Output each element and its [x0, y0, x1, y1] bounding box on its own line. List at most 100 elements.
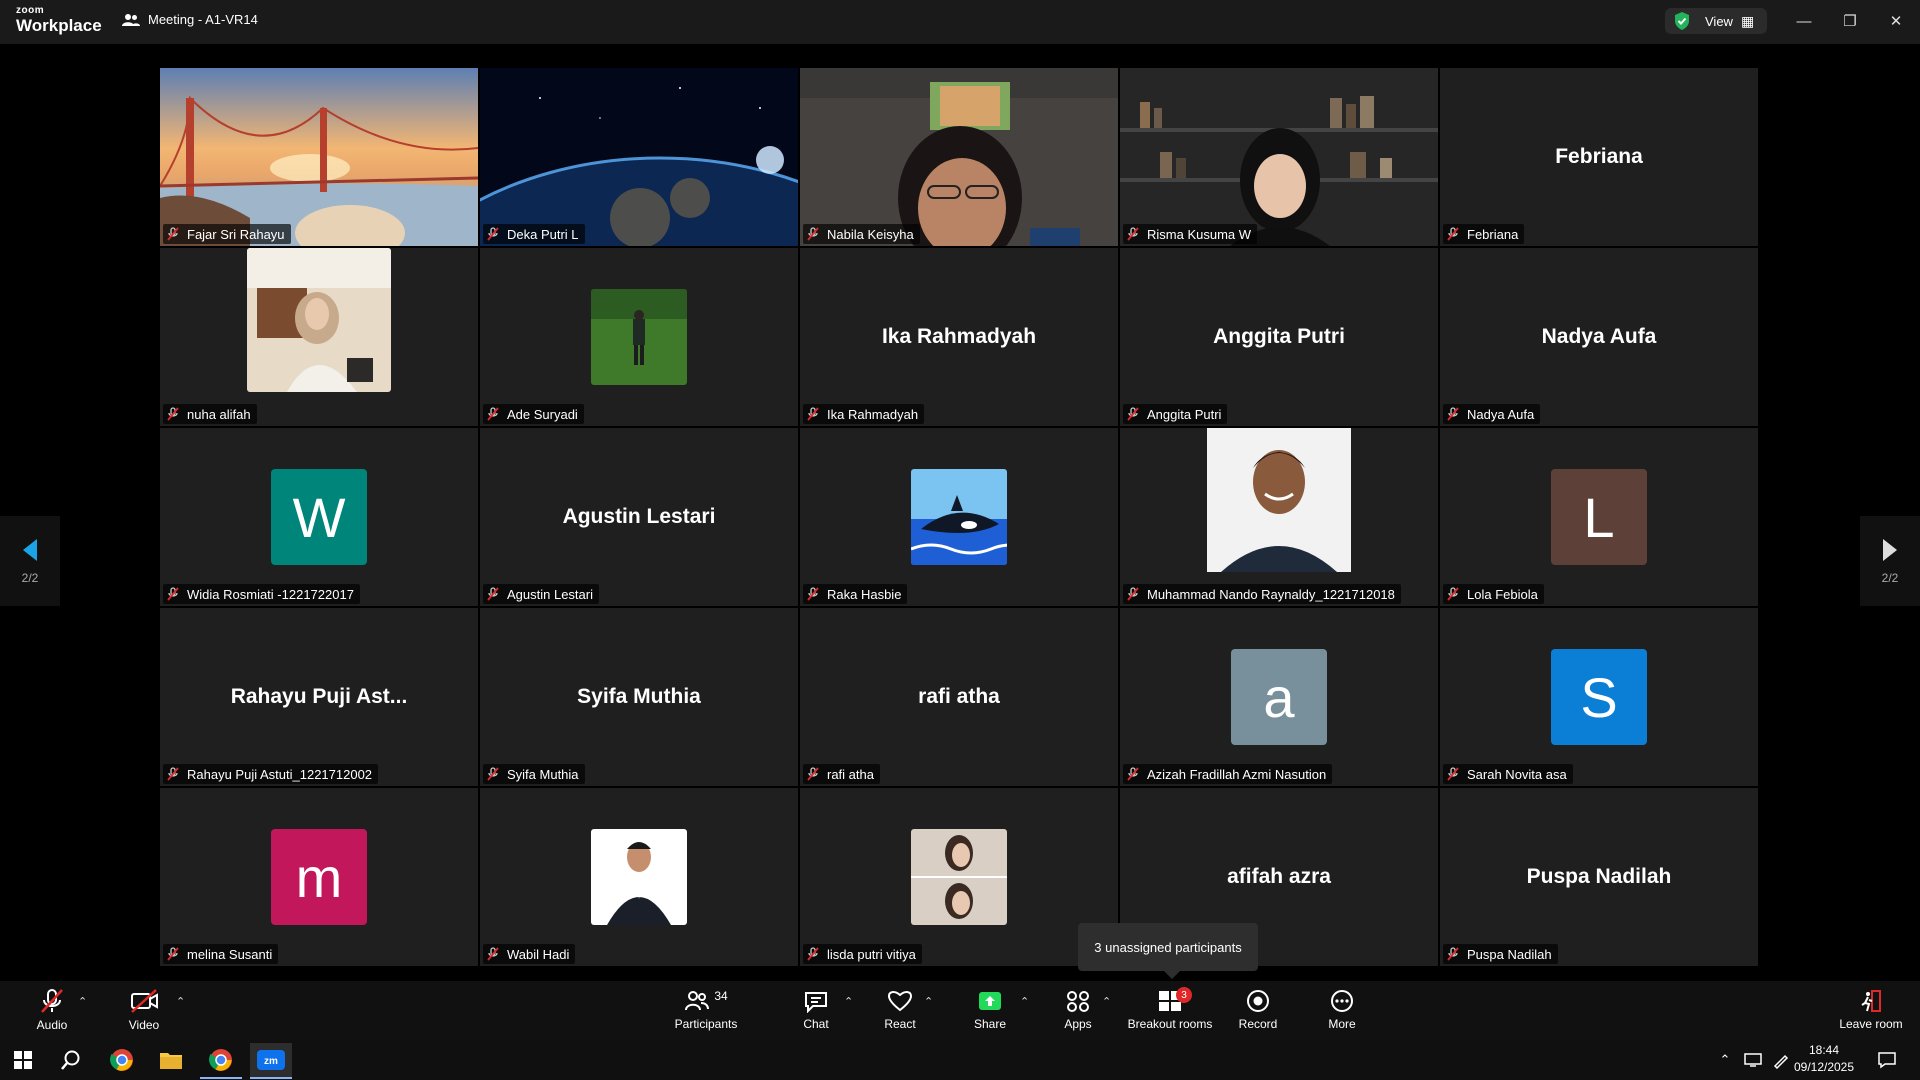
- prev-page-button[interactable]: 2/2: [0, 516, 60, 606]
- logo-line1: zoom: [16, 5, 45, 16]
- participant-tile[interactable]: Risma Kusuma W: [1120, 68, 1438, 246]
- profile-photo: [160, 248, 478, 426]
- network-icon[interactable]: [1740, 1043, 1766, 1077]
- mic-muted-icon: [807, 587, 819, 601]
- mic-muted-icon: [1127, 407, 1139, 421]
- view-label: View: [1705, 13, 1733, 29]
- profile-photo: [800, 788, 1118, 966]
- react-button[interactable]: React: [874, 981, 926, 1039]
- video-label: Video: [128, 1018, 160, 1032]
- arrow-right-icon[interactable]: [1881, 537, 1899, 563]
- participant-name-label: rafi atha: [803, 764, 880, 784]
- participant-tile[interactable]: Deka Putri L: [480, 68, 798, 246]
- video-options-caret[interactable]: ⌃: [176, 995, 185, 1008]
- mic-muted-icon: [807, 947, 819, 961]
- react-options-caret[interactable]: ⌃: [924, 995, 933, 1008]
- participant-tile[interactable]: Febriana Febriana: [1440, 68, 1758, 246]
- participant-tile[interactable]: Agustin Lestari Agustin Lestari: [480, 428, 798, 606]
- chat-label: Chat: [803, 1017, 829, 1031]
- participant-name: Nabila Keisyha: [827, 226, 914, 242]
- more-button[interactable]: More: [1316, 981, 1368, 1039]
- participant-name-label: Sarah Novita asa: [1443, 764, 1573, 784]
- leave-room-label: Leave room: [1839, 1017, 1903, 1031]
- minimize-button[interactable]: —: [1781, 8, 1827, 34]
- participant-tile[interactable]: nuha alifah: [160, 248, 478, 426]
- participant-name: Febriana: [1467, 226, 1519, 242]
- avatar-letter: W: [292, 485, 346, 549]
- participant-display-name: Agustin Lestari: [562, 505, 716, 528]
- chrome-active-icon[interactable]: [200, 1043, 242, 1079]
- file-explorer-icon[interactable]: [150, 1043, 192, 1077]
- record-button[interactable]: Record: [1232, 981, 1284, 1039]
- participant-tile[interactable]: m melina Susanti: [160, 788, 478, 966]
- meeting-title: Meeting - A1-VR14: [148, 12, 258, 27]
- chat-button[interactable]: Chat: [790, 981, 842, 1039]
- windows-start-icon[interactable]: [2, 1043, 44, 1077]
- apps-button[interactable]: Apps: [1052, 981, 1104, 1039]
- chrome-icon[interactable]: [101, 1043, 143, 1077]
- participant-tile[interactable]: Muhammad Nando Raynaldy_1221712018: [1120, 428, 1438, 606]
- participant-tile[interactable]: L Lola Febiola: [1440, 428, 1758, 606]
- participant-tile[interactable]: Wabil Hadi: [480, 788, 798, 966]
- participant-display-name: Anggita Putri: [1213, 325, 1345, 348]
- restore-button[interactable]: ❐: [1827, 8, 1873, 34]
- participant-tile[interactable]: Syifa Muthia Syifa Muthia: [480, 608, 798, 786]
- security-shield-icon[interactable]: [1673, 11, 1691, 31]
- share-options-caret[interactable]: ⌃: [1020, 995, 1029, 1008]
- participant-name-label: Ade Suryadi: [483, 404, 584, 424]
- participant-name-label: lisda putri vitiya: [803, 944, 922, 964]
- participant-tile[interactable]: Fajar Sri Rahayu: [160, 68, 478, 246]
- initial-avatar: a: [1231, 649, 1327, 745]
- mic-muted-icon: [807, 407, 819, 421]
- participants-count: 34: [714, 989, 728, 1003]
- video-feed: [800, 68, 1118, 246]
- participants-button[interactable]: 34 Participants: [670, 981, 742, 1039]
- video-feed: [160, 68, 478, 246]
- mic-muted-icon: [1447, 227, 1459, 241]
- notification-icon[interactable]: [1866, 1043, 1908, 1077]
- participant-display-name: afifah azra: [1227, 865, 1331, 888]
- mic-muted-icon: [1447, 947, 1459, 961]
- participant-name: Syifa Muthia: [507, 766, 579, 782]
- audio-options-caret[interactable]: ⌃: [78, 995, 87, 1008]
- profile-photo: [800, 428, 1118, 606]
- participant-tile[interactable]: Ika Rahmadyah Ika Rahmadyah: [800, 248, 1118, 426]
- participant-name: Azizah Fradillah Azmi Nasution: [1147, 766, 1327, 782]
- participant-tile[interactable]: Rahayu Puji Ast... Rahayu Puji Astuti_122…: [160, 608, 478, 786]
- next-page-button[interactable]: 2/2: [1860, 516, 1920, 606]
- zoom-taskbar-icon[interactable]: zm: [250, 1043, 292, 1079]
- tooltip-text: 3 unassigned participants: [1094, 939, 1242, 955]
- tray-chevron-icon[interactable]: ⌃: [1712, 1043, 1738, 1077]
- breakout-rooms-button[interactable]: 3 Breakout rooms: [1124, 981, 1216, 1039]
- share-button[interactable]: Share: [962, 981, 1018, 1039]
- participant-tile[interactable]: S Sarah Novita asa: [1440, 608, 1758, 786]
- taskbar-clock[interactable]: 18:44 09/12/2025: [1784, 1042, 1864, 1076]
- mic-muted-icon: [487, 587, 499, 601]
- close-button[interactable]: ✕: [1873, 8, 1919, 34]
- apps-options-caret[interactable]: ⌃: [1102, 995, 1111, 1008]
- participant-tile[interactable]: W Widia Rosmiati -1221722017: [160, 428, 478, 606]
- view-button[interactable]: View ▦: [1665, 8, 1767, 34]
- arrow-left-icon[interactable]: [21, 537, 39, 563]
- avatar-letter: m: [295, 845, 343, 909]
- participant-tile[interactable]: Nadya Aufa Nadya Aufa: [1440, 248, 1758, 426]
- participant-tile[interactable]: rafi atha rafi atha: [800, 608, 1118, 786]
- page-indicator-left: 2/2: [21, 571, 39, 585]
- mic-muted-icon: [1127, 767, 1139, 781]
- participant-tile[interactable]: Ade Suryadi: [480, 248, 798, 426]
- audio-button[interactable]: Audio: [20, 981, 84, 1039]
- participant-name-label: Syifa Muthia: [483, 764, 585, 784]
- leave-room-button[interactable]: Leave room: [1834, 981, 1908, 1039]
- video-button[interactable]: Video: [112, 981, 176, 1039]
- svg-text:zm: zm: [264, 1056, 278, 1067]
- participant-tile[interactable]: a Azizah Fradillah Azmi Nasution: [1120, 608, 1438, 786]
- participant-tile[interactable]: Nabila Keisyha: [800, 68, 1118, 246]
- react-label: React: [884, 1017, 916, 1031]
- participant-tile[interactable]: Raka Hasbie: [800, 428, 1118, 606]
- mic-muted-icon: [1447, 587, 1459, 601]
- participant-tile[interactable]: Puspa Nadilah Puspa Nadilah: [1440, 788, 1758, 966]
- chat-options-caret[interactable]: ⌃: [844, 995, 853, 1008]
- participant-tile[interactable]: Anggita Putri Anggita Putri: [1120, 248, 1438, 426]
- participant-tile[interactable]: lisda putri vitiya: [800, 788, 1118, 966]
- search-icon[interactable]: [50, 1043, 92, 1077]
